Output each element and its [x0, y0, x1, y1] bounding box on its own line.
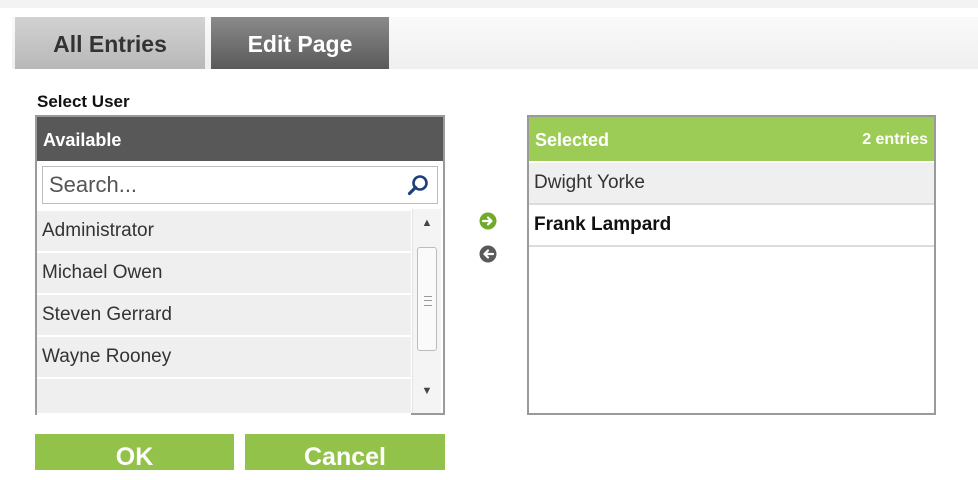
cancel-button[interactable]: Cancel [245, 434, 445, 471]
tab-all-entries[interactable]: All Entries [15, 17, 205, 69]
tab-edit-page[interactable]: Edit Page [211, 17, 389, 69]
list-item[interactable]: Michael Owen [37, 253, 411, 295]
remove-arrow-icon[interactable] [479, 245, 497, 263]
search-box [42, 166, 438, 204]
add-arrow-icon[interactable] [479, 212, 497, 230]
select-user-label: Select User [37, 92, 130, 111]
entry-count-badge: 2 entries [862, 131, 928, 148]
search-input[interactable] [43, 167, 415, 203]
scroll-thumb[interactable] [417, 247, 437, 351]
list-item[interactable]: Steven Gerrard [37, 295, 411, 337]
scroll-up-icon[interactable]: ▲ [413, 217, 441, 237]
list-item[interactable]: Administrator [37, 211, 411, 253]
selected-header: Selected 2 entries [529, 117, 934, 161]
selected-title: Selected [535, 130, 610, 150]
available-title: Available [43, 130, 122, 150]
selected-list: Dwight Yorke Frank Lampard [529, 163, 934, 247]
scrollbar[interactable]: ▲ ▼ [412, 209, 441, 413]
list-item-empty [37, 379, 411, 415]
top-bar [0, 0, 978, 8]
selected-item[interactable]: Frank Lampard [529, 205, 934, 247]
list-item[interactable]: Wayne Rooney [37, 337, 411, 379]
grip-icon [424, 296, 432, 306]
selected-panel: Selected 2 entries Dwight Yorke Frank La… [527, 115, 936, 415]
available-panel: Available Administrator Michael Owen Ste… [35, 115, 445, 415]
search-icon[interactable] [407, 174, 429, 196]
scroll-down-icon[interactable]: ▼ [413, 385, 441, 405]
ok-button[interactable]: OK [35, 434, 234, 471]
available-list: Administrator Michael Owen Steven Gerrar… [37, 209, 443, 415]
available-header: Available [37, 117, 443, 161]
selected-item[interactable]: Dwight Yorke [529, 163, 934, 205]
